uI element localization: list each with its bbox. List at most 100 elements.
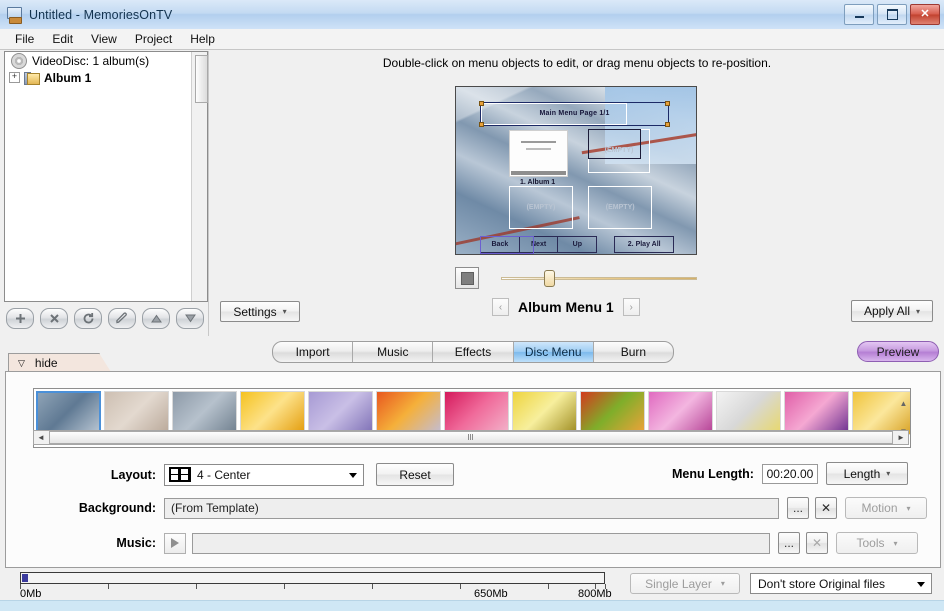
menu-title-object[interactable]: Main Menu Page 1/1 bbox=[479, 101, 671, 127]
thumb-magenta-daisy[interactable] bbox=[443, 391, 509, 435]
menu-item-edit[interactable]: Edit bbox=[43, 30, 82, 48]
delete-button[interactable] bbox=[40, 308, 68, 329]
thumb-pink-gerbera[interactable] bbox=[783, 391, 849, 435]
preview-button[interactable]: Preview bbox=[857, 341, 939, 362]
motion-button[interactable]: Motion ▾ bbox=[845, 497, 927, 519]
chevron-down-icon: ▽ bbox=[18, 357, 25, 368]
slider-handle[interactable] bbox=[544, 270, 556, 287]
menu-item-project[interactable]: Project bbox=[126, 30, 181, 48]
expand-icon[interactable]: + bbox=[9, 72, 20, 83]
length-button[interactable]: Length ▾ bbox=[825, 462, 908, 485]
background-label: Background: bbox=[78, 501, 156, 515]
tree-scrollbar[interactable] bbox=[191, 52, 208, 301]
thumb-yellow-petal[interactable] bbox=[239, 391, 305, 435]
minimize-button[interactable] bbox=[844, 4, 874, 25]
reset-button[interactable]: Reset bbox=[376, 463, 454, 486]
background-input[interactable]: (From Template) bbox=[164, 497, 779, 519]
chevron-down-icon: ▾ bbox=[720, 579, 725, 588]
hide-label: hide bbox=[34, 356, 58, 370]
motion-label: Motion bbox=[861, 501, 898, 515]
thumb-white-flower[interactable] bbox=[715, 391, 781, 435]
menu-empty-slot-3[interactable]: (EMPTY) bbox=[508, 185, 574, 230]
current-menu-name: Album Menu 1 bbox=[518, 299, 614, 315]
project-tree[interactable]: VideoDisc: 1 album(s) + Album 1 bbox=[4, 51, 208, 302]
music-input[interactable] bbox=[192, 532, 770, 554]
move-up-button[interactable] bbox=[142, 308, 170, 329]
music-play-button[interactable] bbox=[164, 532, 186, 554]
chevron-down-icon bbox=[349, 472, 357, 478]
scroll-left-icon[interactable]: ◄ bbox=[34, 433, 48, 442]
close-button[interactable]: ✕ bbox=[910, 4, 940, 25]
apply-all-label: Apply All bbox=[863, 304, 910, 318]
thumb-stars-merry[interactable] bbox=[103, 391, 169, 435]
preview-slider[interactable] bbox=[501, 268, 697, 288]
filmstrip-horizontal-scrollbar[interactable]: ◄ ► bbox=[33, 430, 909, 445]
refresh-button[interactable] bbox=[74, 308, 102, 329]
tab-effects[interactable]: Effects bbox=[433, 342, 514, 362]
menu-up-button[interactable]: Up bbox=[558, 237, 596, 253]
edit-button[interactable] bbox=[108, 308, 136, 329]
menu-preview[interactable]: Main Menu Page 1/1 1. Album 1 (EMPTY) (E… bbox=[455, 86, 697, 255]
capacity-label-650: 650Mb bbox=[474, 588, 508, 600]
thumb-yellow-lily[interactable] bbox=[511, 391, 577, 435]
tab-disc-menu[interactable]: Disc Menu bbox=[513, 342, 594, 362]
next-menu-button[interactable]: › bbox=[622, 298, 640, 316]
chevron-down-icon bbox=[917, 581, 925, 587]
stop-button[interactable] bbox=[455, 267, 479, 289]
tree-row-videodisc[interactable]: VideoDisc: 1 album(s) bbox=[5, 52, 207, 69]
menu-item-view[interactable]: View bbox=[82, 30, 126, 48]
hide-panel-tab[interactable]: ▽ hide bbox=[8, 353, 112, 373]
store-originals-select[interactable]: Don't store Original files bbox=[750, 573, 932, 594]
scroll-thumb[interactable] bbox=[49, 431, 893, 444]
title-bar: Untitled - MemoriesOnTV ✕ bbox=[0, 0, 944, 30]
tab-import[interactable]: Import bbox=[273, 342, 354, 362]
move-down-button[interactable] bbox=[176, 308, 204, 329]
settings-button[interactable]: Settings ▾ bbox=[220, 301, 300, 322]
layout-row: Layout: 4 - Center Reset bbox=[78, 463, 454, 486]
grid-2x2-icon bbox=[169, 467, 191, 482]
layout-select[interactable]: 4 - Center bbox=[164, 463, 364, 486]
background-clear-button[interactable]: ✕ bbox=[815, 497, 837, 519]
apply-all-button[interactable]: Apply All ▾ bbox=[851, 300, 933, 322]
chevron-down-icon: ▾ bbox=[916, 306, 921, 316]
menu-item-file[interactable]: File bbox=[6, 30, 43, 48]
tree-toolbar bbox=[6, 308, 204, 329]
menu-empty-slot-2[interactable]: (EMPTY) bbox=[588, 128, 650, 173]
length-label: Length bbox=[843, 466, 881, 481]
tools-button[interactable]: Tools ▾ bbox=[836, 532, 918, 554]
layer-label: Single Layer bbox=[645, 576, 712, 591]
scroll-up-icon[interactable]: ▲ bbox=[900, 399, 908, 408]
play-icon bbox=[171, 538, 179, 548]
layer-select[interactable]: Single Layer ▾ bbox=[630, 573, 740, 594]
menu-length-label: Menu Length: bbox=[672, 466, 754, 481]
tree-row-album[interactable]: + Album 1 bbox=[5, 69, 207, 86]
empty-label: (EMPTY) bbox=[604, 147, 634, 155]
thumb-red-green-bud[interactable] bbox=[579, 391, 645, 435]
add-button[interactable] bbox=[6, 308, 34, 329]
panel-divider bbox=[208, 51, 209, 336]
tree-root-label: VideoDisc: 1 album(s) bbox=[32, 53, 150, 68]
maximize-button[interactable] bbox=[877, 4, 907, 25]
music-browse-button[interactable]: ... bbox=[778, 532, 800, 554]
prev-menu-button[interactable]: ‹ bbox=[492, 298, 509, 316]
menu-nav-buttons[interactable]: Back Next Up bbox=[480, 235, 598, 254]
menu-empty-slot-4[interactable]: (EMPTY) bbox=[588, 185, 653, 230]
thumb-silver-fan[interactable] bbox=[171, 391, 237, 435]
scroll-right-icon[interactable]: ► bbox=[894, 433, 908, 442]
tab-bar: Import Music Effects Disc Menu Burn bbox=[272, 341, 674, 363]
layout-label: Layout: bbox=[110, 467, 156, 482]
thumb-silver-blades[interactable] bbox=[35, 391, 101, 435]
music-clear-button[interactable]: ✕ bbox=[806, 532, 828, 554]
background-browse-button[interactable]: ... bbox=[787, 497, 809, 519]
window-title: Untitled - MemoriesOnTV bbox=[29, 7, 173, 22]
thumb-purple-iris[interactable] bbox=[307, 391, 373, 435]
tab-burn[interactable]: Burn bbox=[594, 342, 673, 362]
empty-label: (EMPTY) bbox=[526, 203, 556, 211]
menu-play-all-button[interactable]: 2. Play All bbox=[614, 235, 674, 254]
thumb-pink-blossom[interactable] bbox=[647, 391, 713, 435]
menu-length-input[interactable]: 00:20.00 bbox=[761, 463, 818, 484]
menu-item-help[interactable]: Help bbox=[181, 30, 224, 48]
thumb-orange-bloom[interactable] bbox=[375, 391, 441, 435]
menu-album-thumbnail[interactable] bbox=[508, 130, 569, 178]
tab-music[interactable]: Music bbox=[353, 342, 434, 362]
